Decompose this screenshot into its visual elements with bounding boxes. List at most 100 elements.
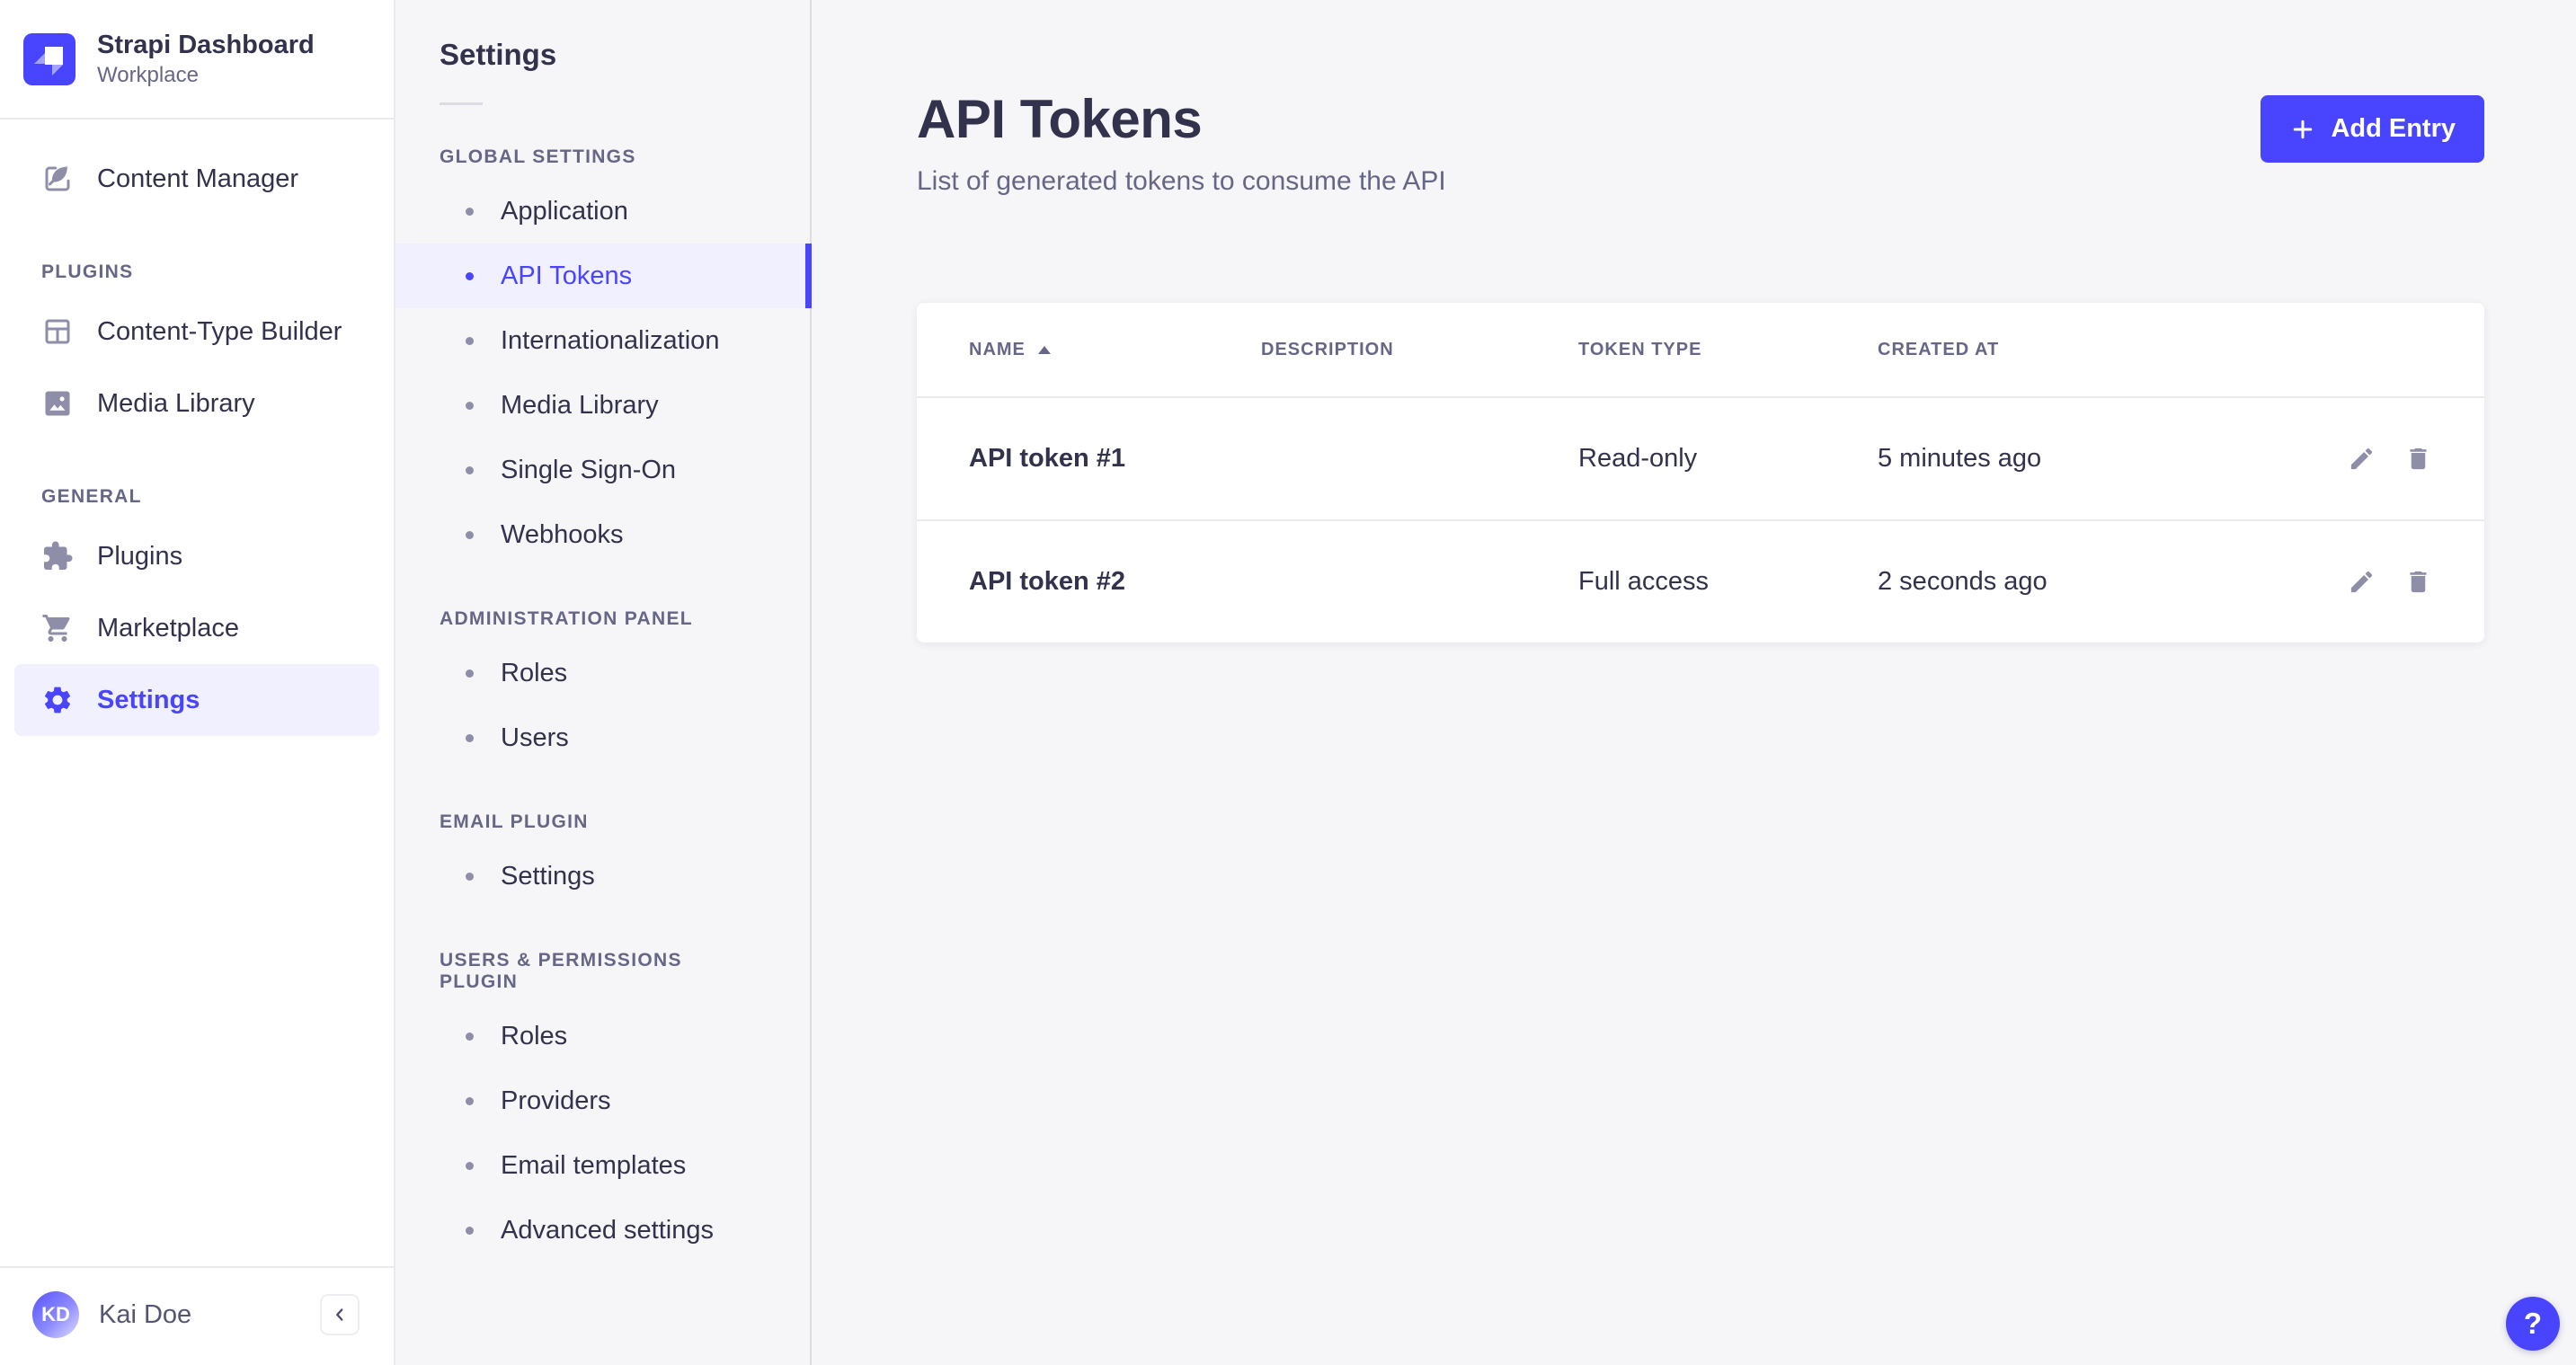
sidebar-item-label: Plugins: [97, 542, 182, 572]
sidebar-footer: KD Kai Doe: [0, 1266, 394, 1365]
sidebar-item-label: Content-Type Builder: [97, 317, 342, 347]
subnav-item-label: Single Sign-On: [501, 456, 676, 485]
shopping-cart-icon: [41, 612, 74, 644]
subnav-item-label: Email templates: [501, 1151, 686, 1181]
subnav-item-roles-admin[interactable]: Roles: [395, 641, 810, 705]
bullet-icon: [466, 734, 474, 742]
subnav-item-providers[interactable]: Providers: [395, 1068, 810, 1133]
subnav-item-roles-up[interactable]: Roles: [395, 1004, 810, 1068]
bullet-icon: [466, 1097, 474, 1105]
subnav-item-api-tokens[interactable]: API Tokens: [395, 244, 810, 308]
subnav-divider: [440, 102, 483, 105]
main-sidebar: Strapi Dashboard Workplace Content Manag…: [0, 0, 395, 1365]
brand-text: Strapi Dashboard Workplace: [97, 29, 315, 89]
column-header-token-type[interactable]: TOKEN TYPE: [1578, 340, 1878, 360]
user-name: Kai Doe: [99, 1300, 191, 1330]
sidebar-item-plugins[interactable]: Plugins: [14, 520, 379, 592]
token-type-cell: Full access: [1578, 567, 1878, 597]
table-header-row: NAME DESCRIPTION TOKEN TYPE CREATED AT: [917, 303, 2484, 396]
subnav-item-webhooks[interactable]: Webhooks: [395, 502, 810, 567]
sidebar-item-marketplace[interactable]: Marketplace: [14, 592, 379, 664]
workspace-brand[interactable]: Strapi Dashboard Workplace: [0, 0, 394, 120]
bullet-icon: [466, 466, 474, 474]
column-header-name[interactable]: NAME: [969, 340, 1261, 360]
strapi-logo-icon: [23, 33, 76, 85]
bullet-icon: [466, 1227, 474, 1235]
column-header-label: DESCRIPTION: [1261, 340, 1394, 360]
feather-pen-icon: [41, 163, 74, 195]
sidebar-section-general: GENERAL: [41, 486, 379, 508]
sort-ascending-icon: [1038, 346, 1051, 354]
subnav-item-media-library[interactable]: Media Library: [395, 373, 810, 438]
chevron-left-icon: [330, 1305, 350, 1325]
sidebar-item-label: Marketplace: [97, 614, 239, 643]
sidebar-item-content-type-builder[interactable]: Content-Type Builder: [14, 296, 379, 368]
token-type-cell: Read-only: [1578, 444, 1878, 474]
sidebar-item-label: Settings: [97, 686, 200, 715]
bullet-icon: [466, 873, 474, 881]
sidebar-item-content-manager[interactable]: Content Manager: [14, 143, 379, 215]
page-header: API Tokens List of generated tokens to c…: [917, 88, 2484, 197]
trash-icon: [2404, 445, 2432, 473]
subnav-item-email-settings[interactable]: Settings: [395, 844, 810, 909]
subnav-item-label: Media Library: [501, 391, 659, 421]
strapi-admin-app: Strapi Dashboard Workplace Content Manag…: [0, 0, 2576, 1365]
edit-token-button[interactable]: [2348, 445, 2376, 473]
subnav-item-label: Roles: [501, 1022, 567, 1051]
subnav-section-email-plugin: EMAIL PLUGIN: [440, 811, 766, 833]
edit-token-button[interactable]: [2348, 568, 2376, 596]
avatar-initials: KD: [41, 1303, 70, 1326]
column-header-label: NAME: [969, 340, 1026, 360]
token-name-cell: API token #2: [969, 567, 1261, 597]
delete-token-button[interactable]: [2404, 568, 2432, 596]
table-row[interactable]: API token #2 Full access 2 seconds ago: [917, 519, 2484, 643]
subnav-item-label: Internationalization: [501, 326, 719, 356]
sidebar-item-media-library[interactable]: Media Library: [14, 368, 379, 439]
token-created-at-cell: 5 minutes ago: [1878, 444, 2348, 474]
sidebar-item-label: Content Manager: [97, 164, 298, 194]
subnav-item-label: Roles: [501, 659, 567, 688]
page-subtitle: List of generated tokens to consume the …: [917, 166, 1446, 197]
subnav-item-label: Webhooks: [501, 520, 624, 550]
subnav-title: Settings: [440, 38, 810, 72]
subnav-item-single-sign-on[interactable]: Single Sign-On: [395, 438, 810, 502]
subnav-section-global-settings: GLOBAL SETTINGS: [440, 146, 766, 168]
add-entry-label: Add Entry: [2331, 114, 2456, 144]
api-tokens-table: NAME DESCRIPTION TOKEN TYPE CREATED AT A…: [917, 303, 2484, 643]
sidebar-item-settings[interactable]: Settings: [14, 664, 379, 736]
subnav-item-email-templates[interactable]: Email templates: [395, 1133, 810, 1198]
page-title: API Tokens: [917, 88, 1446, 150]
subnav-item-application[interactable]: Application: [395, 179, 810, 244]
help-button[interactable]: ?: [2506, 1297, 2560, 1351]
pencil-icon: [2348, 568, 2376, 596]
add-entry-button[interactable]: Add Entry: [2261, 95, 2484, 163]
table-row[interactable]: API token #1 Read-only 5 minutes ago: [917, 396, 2484, 519]
column-header-description[interactable]: DESCRIPTION: [1261, 340, 1578, 360]
layout-grid-icon: [41, 315, 74, 348]
subnav-item-advanced-settings[interactable]: Advanced settings: [395, 1198, 810, 1263]
token-name-cell: API token #1: [969, 444, 1261, 474]
brand-subtitle: Workplace: [97, 61, 315, 89]
column-header-created-at[interactable]: CREATED AT: [1878, 340, 2432, 360]
puzzle-icon: [41, 540, 74, 572]
delete-token-button[interactable]: [2404, 445, 2432, 473]
settings-subnav: Settings GLOBAL SETTINGS Application API…: [395, 0, 812, 1365]
image-icon: [41, 387, 74, 420]
subnav-item-internationalization[interactable]: Internationalization: [395, 308, 810, 373]
plus-icon: [2289, 116, 2316, 143]
sidebar-section-plugins: PLUGINS: [41, 261, 379, 283]
bullet-icon: [466, 669, 474, 678]
page-header-text: API Tokens List of generated tokens to c…: [917, 88, 1446, 197]
bullet-icon: [466, 337, 474, 345]
bullet-icon: [466, 208, 474, 216]
row-actions: [2348, 445, 2432, 473]
collapse-sidebar-button[interactable]: [320, 1294, 360, 1335]
help-label: ?: [2524, 1307, 2542, 1341]
bullet-icon: [466, 1033, 474, 1041]
subnav-item-label: Users: [501, 723, 569, 753]
avatar[interactable]: KD: [32, 1291, 79, 1338]
row-actions: [2348, 568, 2432, 596]
subnav-item-users[interactable]: Users: [395, 705, 810, 770]
bullet-icon: [466, 531, 474, 539]
sidebar-nav: Content Manager PLUGINS Content-Type Bui…: [0, 120, 394, 1266]
